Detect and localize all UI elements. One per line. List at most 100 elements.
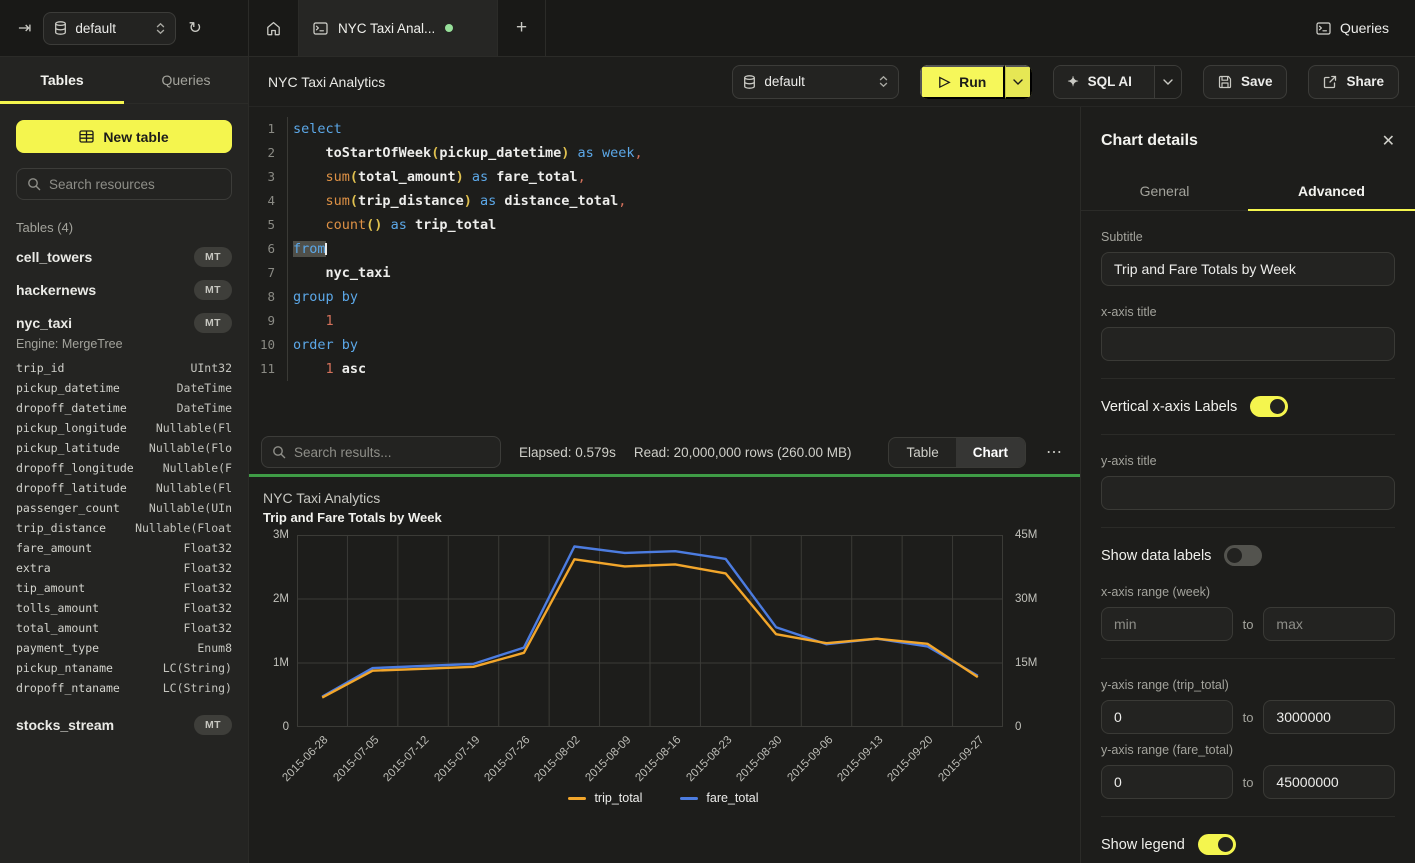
y-axis-title-input[interactable] bbox=[1101, 476, 1395, 510]
code-line[interactable]: 4 sum(trip_distance) as distance_total, bbox=[249, 189, 1080, 213]
code-text: group by bbox=[287, 285, 1080, 309]
close-panel-button[interactable]: ✕ bbox=[1382, 131, 1395, 151]
save-button[interactable]: Save bbox=[1203, 65, 1288, 99]
code-line[interactable]: 5 count() as trip_total bbox=[249, 213, 1080, 237]
code-line[interactable]: 10order by bbox=[249, 333, 1080, 357]
code-text: select bbox=[287, 117, 1080, 141]
divider bbox=[1101, 658, 1395, 659]
subtitle-input[interactable] bbox=[1101, 252, 1395, 286]
run-button[interactable]: ▷ Run bbox=[920, 65, 1005, 99]
column-type: LC(String) bbox=[163, 661, 232, 675]
sql-ai-options-button[interactable] bbox=[1154, 66, 1181, 98]
legend-item[interactable]: fare_total bbox=[680, 791, 758, 805]
column-row[interactable]: pickup_latitudeNullable(Flo bbox=[16, 438, 232, 458]
table-row[interactable]: nyc_taxiMT bbox=[16, 312, 232, 334]
chart-details-panel: Chart details ✕ General Advanced Subtitl… bbox=[1080, 107, 1415, 863]
sql-editor[interactable]: 1select2 toStartOfWeek(pickup_datetime) … bbox=[249, 107, 1080, 430]
chevron-updown-icon bbox=[156, 22, 165, 35]
vertical-x-labels-toggle[interactable] bbox=[1250, 396, 1288, 417]
y-tick-label: 2M bbox=[273, 593, 289, 605]
show-data-labels-row: Show data labels bbox=[1101, 531, 1395, 566]
y-range-fare-min-input[interactable] bbox=[1101, 765, 1233, 799]
column-row[interactable]: pickup_longitudeNullable(Fl bbox=[16, 418, 232, 438]
column-row[interactable]: dropoff_longitudeNullable(F bbox=[16, 458, 232, 478]
toggle-knob bbox=[1218, 837, 1233, 852]
column-row[interactable]: passenger_countNullable(UIn bbox=[16, 498, 232, 518]
y-range-trip-max-input[interactable] bbox=[1263, 700, 1395, 734]
code-line[interactable]: 1select bbox=[249, 117, 1080, 141]
y-tick-label: 45M bbox=[1015, 529, 1037, 541]
code-line[interactable]: 7 nyc_taxi bbox=[249, 261, 1080, 285]
sql-ai-button[interactable]: ✦ SQL AI bbox=[1054, 66, 1145, 98]
code-line[interactable]: 6from bbox=[249, 237, 1080, 261]
y-range-fare-max-input[interactable] bbox=[1263, 765, 1395, 799]
table-row[interactable]: hackernewsMT bbox=[16, 279, 232, 301]
y-axis-title-label: y-axis title bbox=[1101, 454, 1395, 468]
table-row[interactable]: stocks_streamMT bbox=[16, 714, 232, 736]
chevron-updown-icon bbox=[879, 75, 888, 88]
vertical-x-labels-label: Vertical x-axis Labels bbox=[1101, 399, 1237, 415]
chart-plot[interactable] bbox=[297, 535, 1003, 727]
show-data-labels-toggle[interactable] bbox=[1224, 545, 1262, 566]
y-range-fare-row: to bbox=[1101, 765, 1395, 799]
toolbar-database-selector[interactable]: default bbox=[732, 65, 899, 99]
engine-badge: MT bbox=[194, 313, 232, 333]
column-row[interactable]: dropoff_datetimeDateTime bbox=[16, 398, 232, 418]
sidebar-tab-queries[interactable]: Queries bbox=[124, 57, 248, 103]
x-range-min-input[interactable] bbox=[1101, 607, 1233, 641]
line-number: 1 bbox=[249, 117, 287, 141]
column-row[interactable]: pickup_datetimeDateTime bbox=[16, 378, 232, 398]
save-button-label: Save bbox=[1241, 74, 1273, 89]
queries-button[interactable]: Queries bbox=[1316, 20, 1389, 36]
code-line[interactable]: 8group by bbox=[249, 285, 1080, 309]
database-selector[interactable]: default bbox=[43, 12, 176, 45]
column-row[interactable]: dropoff_ntanameLC(String) bbox=[16, 678, 232, 698]
x-range-max-input[interactable] bbox=[1263, 607, 1395, 641]
column-row[interactable]: tolls_amountFloat32 bbox=[16, 598, 232, 618]
line-number: 11 bbox=[249, 357, 287, 381]
column-row[interactable]: extraFloat32 bbox=[16, 558, 232, 578]
y-tick-label: 0 bbox=[283, 721, 289, 733]
y-range-trip-min-input[interactable] bbox=[1101, 700, 1233, 734]
column-row[interactable]: trip_distanceNullable(Float bbox=[16, 518, 232, 538]
show-legend-toggle[interactable] bbox=[1198, 834, 1236, 855]
table-view-button[interactable]: Table bbox=[889, 438, 955, 467]
x-axis-title-input[interactable] bbox=[1101, 327, 1395, 361]
panel-title: Chart details bbox=[1101, 132, 1198, 150]
toggle-knob bbox=[1227, 548, 1242, 563]
editor-tab[interactable]: NYC Taxi Anal... bbox=[298, 0, 498, 56]
search-resources-input[interactable] bbox=[49, 177, 221, 192]
column-row[interactable]: payment_typeEnum8 bbox=[16, 638, 232, 658]
column-row[interactable]: total_amountFloat32 bbox=[16, 618, 232, 638]
code-line[interactable]: 2 toStartOfWeek(pickup_datetime) as week… bbox=[249, 141, 1080, 165]
legend-swatch bbox=[680, 797, 698, 800]
engine-badge: MT bbox=[194, 247, 232, 267]
column-row[interactable]: pickup_ntanameLC(String) bbox=[16, 658, 232, 678]
code-line[interactable]: 9 1 bbox=[249, 309, 1080, 333]
column-row[interactable]: tip_amountFloat32 bbox=[16, 578, 232, 598]
more-options-button[interactable]: ⋯ bbox=[1044, 442, 1064, 462]
code-line[interactable]: 3 sum(total_amount) as fare_total, bbox=[249, 165, 1080, 189]
search-results-input[interactable] bbox=[294, 445, 490, 460]
run-options-button[interactable] bbox=[1005, 65, 1032, 99]
share-button[interactable]: Share bbox=[1308, 65, 1399, 99]
sidebar-tab-tables[interactable]: Tables bbox=[0, 57, 124, 103]
new-table-button[interactable]: New table bbox=[16, 120, 232, 153]
home-button[interactable] bbox=[249, 0, 298, 56]
column-row[interactable]: dropoff_latitudeNullable(Fl bbox=[16, 478, 232, 498]
table-row[interactable]: cell_towersMT bbox=[16, 246, 232, 268]
legend-label: trip_total bbox=[594, 791, 642, 805]
column-row[interactable]: trip_idUInt32 bbox=[16, 358, 232, 378]
panel-tab-general[interactable]: General bbox=[1081, 171, 1248, 210]
column-name: dropoff_ntaname bbox=[16, 681, 120, 695]
column-row[interactable]: fare_amountFloat32 bbox=[16, 538, 232, 558]
column-type: Float32 bbox=[184, 621, 232, 635]
panel-tab-advanced[interactable]: Advanced bbox=[1248, 171, 1415, 210]
refresh-button[interactable]: ↻ bbox=[188, 18, 201, 38]
collapse-sidebar-button[interactable]: ⇥ bbox=[18, 18, 31, 38]
new-tab-button[interactable]: + bbox=[498, 0, 546, 56]
chart-view-button[interactable]: Chart bbox=[956, 438, 1025, 467]
share-button-label: Share bbox=[1346, 74, 1384, 89]
code-text: sum(total_amount) as fare_total, bbox=[287, 165, 1080, 189]
code-line[interactable]: 11 1 asc bbox=[249, 357, 1080, 381]
